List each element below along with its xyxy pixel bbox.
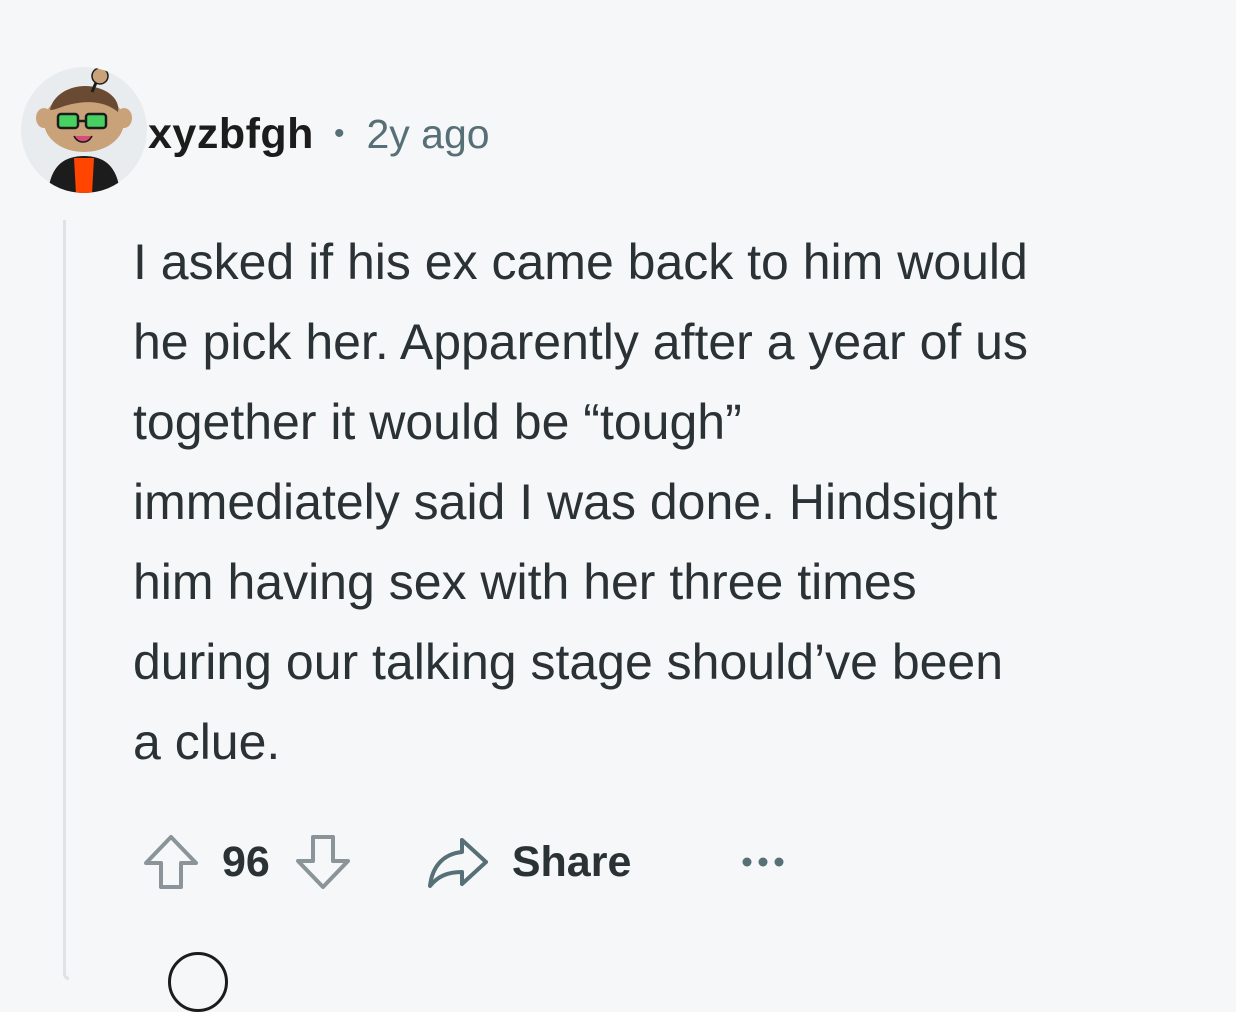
comment-action-bar: 96 Share <box>140 820 880 904</box>
arrow-up-icon <box>144 835 198 889</box>
more-dots-icon <box>742 857 784 867</box>
user-avatar[interactable] <box>20 66 148 194</box>
vote-count: 96 <box>222 837 270 886</box>
username-link[interactable]: xyzbfgh <box>148 110 314 159</box>
comment-timestamp: 2y ago <box>366 110 490 157</box>
more-options-button[interactable] <box>741 854 785 870</box>
comment-body-line: a clue. <box>133 714 281 770</box>
comment-body-line: together it would be “tough” <box>133 394 742 450</box>
comment-body-line: immediately said I was done. Hindsight <box>133 474 998 530</box>
comment: xyzbfgh • 2y ago I asked if his ex came … <box>0 0 1236 1012</box>
share-label: Share <box>511 837 632 886</box>
comment-body-line: I asked if his ex came back to him would <box>133 234 1028 290</box>
share-button[interactable]: Share <box>426 834 632 890</box>
downvote-button[interactable] <box>292 831 354 893</box>
arrow-down-icon <box>295 835 350 889</box>
share-arrow-icon <box>427 838 488 888</box>
reply-avatar[interactable] <box>168 952 228 1012</box>
comment-body-line: during our talking stage should’ve been <box>133 634 1004 690</box>
comment-body: I asked if his ex came back to him would… <box>133 222 1213 782</box>
thread-line[interactable] <box>63 220 69 980</box>
snoo-avatar-icon <box>21 67 147 193</box>
comment-body-line: he pick her. Apparently after a year of … <box>133 314 1028 370</box>
comment-body-line: him having sex with her three times <box>133 554 917 610</box>
upvote-button[interactable] <box>140 831 202 893</box>
comment-meta: xyzbfgh • 2y ago <box>148 106 490 162</box>
meta-separator: • <box>333 117 345 150</box>
